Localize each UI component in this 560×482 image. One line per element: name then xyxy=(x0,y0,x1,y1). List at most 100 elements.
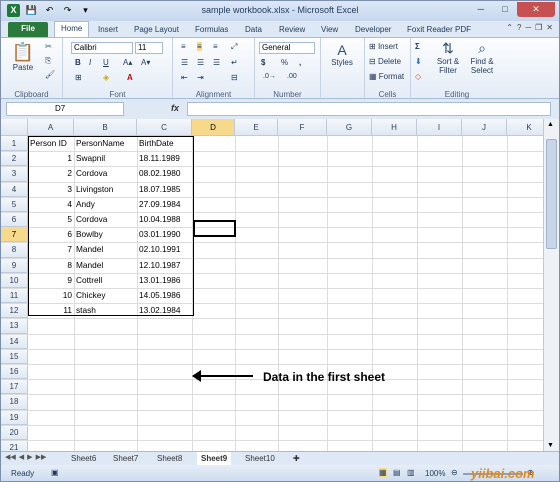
row-header-18[interactable]: 18 xyxy=(1,394,28,410)
active-cell-d7[interactable] xyxy=(193,220,236,237)
row-header-2[interactable]: 2 xyxy=(1,151,28,167)
select-all-corner[interactable] xyxy=(1,119,28,136)
row-header-19[interactable]: 19 xyxy=(1,409,28,425)
cell-b6[interactable]: Cordova xyxy=(76,212,135,226)
increase-decimal-icon[interactable]: .0→ xyxy=(263,73,276,80)
shrink-font-icon[interactable]: A▾ xyxy=(141,58,150,67)
tab-insert[interactable]: Insert xyxy=(98,23,118,37)
row-header-11[interactable]: 11 xyxy=(1,288,28,304)
sheet-tab-sheet7[interactable]: Sheet7 xyxy=(109,452,142,465)
format-painter-icon[interactable]: 🖌 xyxy=(45,70,55,79)
zoom-level[interactable]: 100% xyxy=(425,469,445,478)
cell-b12[interactable]: stash xyxy=(76,303,135,317)
increase-indent-icon[interactable]: ⇥ xyxy=(197,73,204,82)
macro-record-icon[interactable]: ▣ xyxy=(51,468,59,477)
column-header-a[interactable]: A xyxy=(28,119,74,136)
minimize-icon[interactable]: ─ xyxy=(525,23,531,32)
scroll-down-icon[interactable]: ▼ xyxy=(547,442,554,449)
sheet-tab-sheet10[interactable]: Sheet10 xyxy=(241,452,279,465)
decrease-decimal-icon[interactable]: .00 xyxy=(287,73,297,80)
cell-b2[interactable]: Swapnil xyxy=(76,151,135,165)
cell-c11[interactable]: 14.05.1986 xyxy=(139,288,190,302)
column-header-j[interactable]: J xyxy=(462,119,507,136)
number-format-field[interactable]: General xyxy=(259,42,315,54)
column-header-i[interactable]: I xyxy=(417,119,462,136)
normal-view-icon[interactable]: ▦ xyxy=(379,468,387,477)
column-header-h[interactable]: H xyxy=(372,119,417,136)
styles-button[interactable]: A Styles xyxy=(329,42,355,67)
cell-a8[interactable]: 7 xyxy=(30,242,72,256)
grow-font-icon[interactable]: A▴ xyxy=(123,58,132,67)
row-header-12[interactable]: 12 xyxy=(1,303,28,319)
tab-foxit-reader-pdf[interactable]: Foxit Reader PDF xyxy=(407,23,471,37)
worksheet-grid[interactable]: ABCDEFGHIJK 1 2 3 4 5 6 7 8 9 10 11 12 13 14 15 16 17 18 1… xyxy=(1,119,559,472)
minimize-icon[interactable]: ─ xyxy=(469,2,493,17)
page-break-view-icon[interactable]: ▥ xyxy=(407,468,415,477)
cell-a3[interactable]: 2 xyxy=(30,166,72,180)
name-box[interactable]: D7 xyxy=(6,102,124,116)
row-header-13[interactable]: 13 xyxy=(1,318,28,334)
cell-b7[interactable]: Bowlby xyxy=(76,227,135,241)
row-header-16[interactable]: 16 xyxy=(1,364,28,380)
cell-c6[interactable]: 10.04.1988 xyxy=(139,212,190,226)
formula-input[interactable] xyxy=(187,102,551,116)
sheet-tab-sheet8[interactable]: Sheet8 xyxy=(153,452,186,465)
chevron-up-icon[interactable]: ⌃ xyxy=(506,23,513,32)
sort-filter-button[interactable]: ⇅ Sort & Filter xyxy=(433,40,463,75)
align-right-icon[interactable]: ☰ xyxy=(213,58,220,67)
column-header-f[interactable]: F xyxy=(278,119,327,136)
cell-c2[interactable]: 18.11.1989 xyxy=(139,151,190,165)
currency-icon[interactable]: $ xyxy=(261,58,265,67)
cell-a7[interactable]: 6 xyxy=(30,227,72,241)
cell-c12[interactable]: 13.02.1984 xyxy=(139,303,190,317)
clear-icon[interactable]: ◇ xyxy=(415,72,421,81)
help-icon[interactable]: ? xyxy=(517,23,521,32)
cell-a6[interactable]: 5 xyxy=(30,212,72,226)
tab-file[interactable]: File xyxy=(8,22,48,37)
row-header-4[interactable]: 4 xyxy=(1,181,28,197)
fill-color-icon[interactable]: ◈ xyxy=(103,73,109,82)
cell-a2[interactable]: 1 xyxy=(30,151,72,165)
row-header-17[interactable]: 17 xyxy=(1,379,28,395)
cell-c1[interactable]: BirthDate xyxy=(139,136,190,150)
cell-a1[interactable]: Person ID xyxy=(30,136,72,150)
row-header-3[interactable]: 3 xyxy=(1,166,28,182)
first-sheet-icon[interactable]: ◀◀ xyxy=(5,453,16,461)
next-sheet-icon[interactable]: ▶ xyxy=(27,453,32,461)
paste-button[interactable]: 📋 Paste xyxy=(11,42,35,72)
cell-a12[interactable]: 11 xyxy=(30,303,72,317)
column-header-c[interactable]: C xyxy=(137,119,192,136)
cell-c10[interactable]: 13.01.1986 xyxy=(139,273,190,287)
font-color-icon[interactable]: A xyxy=(127,73,133,82)
orientation-icon[interactable]: ⤢ xyxy=(231,42,237,52)
cell-a9[interactable]: 8 xyxy=(30,258,72,272)
cell-a10[interactable]: 9 xyxy=(30,273,72,287)
top-align-icon[interactable]: ≡ xyxy=(181,42,186,51)
cell-b11[interactable]: Chickey xyxy=(76,288,135,302)
tab-review[interactable]: Review xyxy=(279,23,305,37)
cell-c9[interactable]: 12.10.1987 xyxy=(139,258,190,272)
copy-icon[interactable]: ⎘ xyxy=(45,56,51,66)
row-header-6[interactable]: 6 xyxy=(1,212,28,228)
merge-center-icon[interactable]: ⊟ xyxy=(231,73,238,82)
restore-icon[interactable]: ❐ xyxy=(535,23,542,32)
last-sheet-icon[interactable]: ▶▶ xyxy=(36,453,47,461)
cell-b5[interactable]: Andy xyxy=(76,197,135,211)
tab-developer[interactable]: Developer xyxy=(355,23,391,37)
cell-b9[interactable]: Mandel xyxy=(76,258,135,272)
row-header-15[interactable]: 15 xyxy=(1,348,28,364)
find-select-button[interactable]: ⌕ Find & Select xyxy=(467,40,497,75)
percent-icon[interactable]: % xyxy=(281,58,288,67)
tab-formulas[interactable]: Formulas xyxy=(195,23,228,37)
insert-sheet-icon[interactable]: ✚ xyxy=(289,452,304,465)
cell-c5[interactable]: 27.09.1984 xyxy=(139,197,190,211)
cell-a4[interactable]: 3 xyxy=(30,182,72,196)
tab-home[interactable]: Home xyxy=(54,21,90,37)
tab-view[interactable]: View xyxy=(321,23,338,37)
tab-page-layout[interactable]: Page Layout xyxy=(134,23,179,37)
bottom-align-icon[interactable]: ≡ xyxy=(213,42,218,51)
borders-icon[interactable]: ⊞ xyxy=(75,73,82,82)
tab-data[interactable]: Data xyxy=(245,23,262,37)
row-header-1[interactable]: 1 xyxy=(1,136,28,152)
cell-c7[interactable]: 03.01.1990 xyxy=(139,227,190,241)
